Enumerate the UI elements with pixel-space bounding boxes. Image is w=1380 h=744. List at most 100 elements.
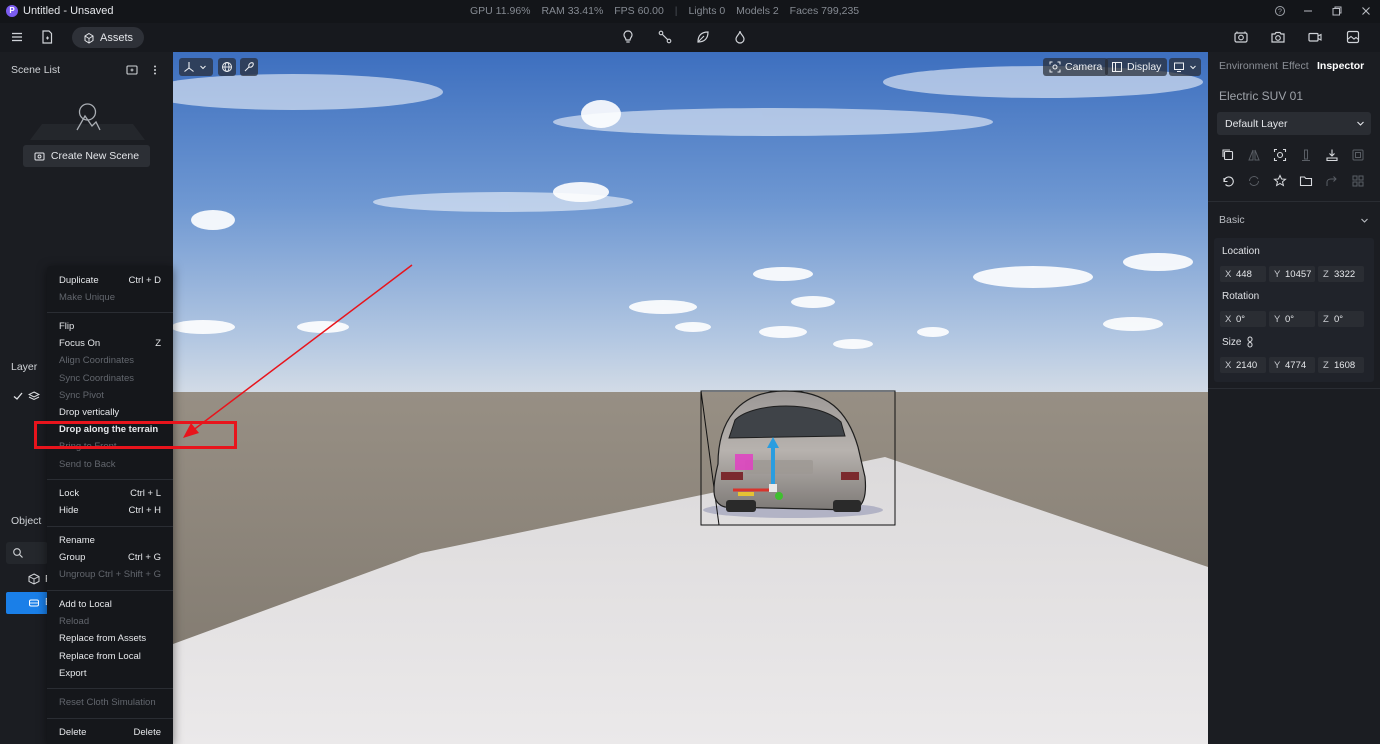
menu-item-delete[interactable]: Delete Delete xyxy=(47,724,173,741)
size-label: Size xyxy=(1222,337,1242,348)
menu-item-rename[interactable]: Rename xyxy=(47,532,173,549)
menu-icon[interactable] xyxy=(6,26,28,48)
menu-item-label: Rename xyxy=(59,535,95,546)
rotation-x-field[interactable]: X 0° xyxy=(1220,311,1266,327)
focus-object-icon[interactable] xyxy=(1271,146,1289,164)
main-toolbar: Assets xyxy=(0,23,1380,52)
group-icon xyxy=(1349,146,1367,164)
undo-icon[interactable] xyxy=(1219,172,1237,190)
size-y-field[interactable]: Y 4774 xyxy=(1269,357,1315,373)
empty-scene-illustration-icon xyxy=(30,100,145,140)
location-y-field[interactable]: Y 10457 xyxy=(1269,266,1315,282)
object-row-plane[interactable]: P xyxy=(6,569,52,590)
rotation-label: Rotation xyxy=(1222,291,1260,302)
axis-label: X xyxy=(1225,269,1232,280)
link-proportions-icon[interactable] xyxy=(1245,336,1255,348)
tab-effect[interactable]: Effect xyxy=(1282,60,1309,72)
tab-environment[interactable]: Environment xyxy=(1219,60,1278,72)
minimize-button[interactable] xyxy=(1299,3,1317,19)
video-camera-icon[interactable] xyxy=(1304,26,1326,48)
snap-button[interactable] xyxy=(240,58,258,76)
rotation-z-field[interactable]: Z 0° xyxy=(1318,311,1364,327)
menu-separator xyxy=(47,479,173,480)
menu-item-replace-from-assets[interactable]: Replace from Assets xyxy=(47,630,173,647)
scene-add-icon[interactable] xyxy=(125,63,139,77)
chevron-down-icon[interactable] xyxy=(1360,216,1369,225)
assets-icon xyxy=(84,32,94,44)
menu-item-shortcut: Ctrl + Shift + G xyxy=(98,569,161,580)
camera-button[interactable]: Camera xyxy=(1043,58,1109,76)
transform-mode-button[interactable] xyxy=(179,58,213,76)
menu-item-lock[interactable]: Lock Ctrl + L xyxy=(47,485,173,502)
layer-row[interactable] xyxy=(12,389,52,403)
menu-item-label: Flip xyxy=(59,321,75,332)
photo-camera-icon[interactable] xyxy=(1267,26,1289,48)
display-icon xyxy=(1112,62,1122,72)
menu-item-label: Reload xyxy=(59,616,90,627)
water-drop-icon[interactable] xyxy=(729,26,751,48)
cube-icon xyxy=(28,573,40,585)
menu-item-label: Sync Coordinates xyxy=(59,373,134,384)
display-button[interactable]: Display xyxy=(1105,58,1168,76)
layer-select[interactable]: Default Layer xyxy=(1217,112,1371,135)
location-z-field[interactable]: Z 3322 xyxy=(1318,266,1364,282)
axis-label: X xyxy=(1225,314,1232,325)
world-space-button[interactable] xyxy=(218,58,236,76)
menu-item-duplicate[interactable]: Duplicate Ctrl + D xyxy=(47,272,173,289)
chevron-down-icon xyxy=(1190,65,1196,70)
close-button[interactable] xyxy=(1357,3,1375,19)
menu-item-add-to-local[interactable]: Add to Local xyxy=(47,596,173,613)
copy-icon[interactable] xyxy=(1219,146,1237,164)
restore-button[interactable] xyxy=(1328,3,1346,19)
menu-item-flip[interactable]: Flip xyxy=(47,318,173,335)
menu-item-label: Lock xyxy=(59,488,80,499)
share-icon xyxy=(1323,172,1341,190)
assets-button[interactable]: Assets xyxy=(72,27,144,48)
menu-item-group[interactable]: Group Ctrl + G xyxy=(47,549,173,566)
3d-viewport[interactable]: Camera Display xyxy=(173,52,1208,744)
chevron-down-icon xyxy=(1357,121,1364,126)
rotation-y-field[interactable]: Y 0° xyxy=(1269,311,1315,327)
size-x-field[interactable]: X 2140 xyxy=(1220,357,1266,373)
menu-item-replace-from-local[interactable]: Replace from Local xyxy=(47,648,173,665)
inspector-panel: Environment Effect Inspector Electric SU… xyxy=(1208,52,1380,744)
render-camera-icon[interactable] xyxy=(1230,26,1252,48)
size-z-field[interactable]: Z 1608 xyxy=(1318,357,1364,373)
favorite-icon[interactable] xyxy=(1271,172,1289,190)
drop-to-ground-icon[interactable] xyxy=(1323,146,1341,164)
menu-item-drop-vertically[interactable]: Drop vertically xyxy=(47,404,173,421)
menu-item-make-unique: Make Unique xyxy=(47,289,173,306)
tab-inspector[interactable]: Inspector xyxy=(1317,60,1364,72)
menu-item-label: Focus On xyxy=(59,338,101,349)
menu-item-ungroup: Ungroup Ctrl + Shift + G xyxy=(47,566,173,583)
new-file-icon[interactable] xyxy=(36,26,58,48)
camera-label: Camera xyxy=(1065,61,1103,73)
window-title: Untitled - Unsaved xyxy=(23,5,114,17)
title-bar: P Untitled - Unsaved GPU 11.96% RAM 33.4… xyxy=(0,0,1380,23)
menu-item-export[interactable]: Export xyxy=(47,665,173,682)
light-bulb-icon[interactable] xyxy=(617,26,639,48)
menu-item-label: Drop vertically xyxy=(59,407,120,418)
view-layout-button[interactable] xyxy=(1169,58,1201,76)
scene-more-icon[interactable] xyxy=(148,63,162,77)
basic-section-title[interactable]: Basic xyxy=(1219,214,1245,226)
object-search-input[interactable] xyxy=(6,542,48,564)
location-x-field[interactable]: X 448 xyxy=(1220,266,1266,282)
menu-item-sync-pivot: Sync Pivot xyxy=(47,387,173,404)
menu-item-focus-on[interactable]: Focus On Z xyxy=(47,335,173,352)
car-icon xyxy=(29,599,39,607)
globe-icon xyxy=(222,62,232,72)
gallery-icon[interactable] xyxy=(1342,26,1364,48)
layers-icon xyxy=(28,391,40,401)
menu-item-hide[interactable]: Hide Ctrl + H xyxy=(47,502,173,519)
path-icon[interactable] xyxy=(654,26,676,48)
divider xyxy=(1208,388,1380,389)
menu-item-reload: Reload xyxy=(47,613,173,630)
folder-icon[interactable] xyxy=(1297,172,1315,190)
transform-icon xyxy=(184,62,194,72)
chevron-down-icon xyxy=(200,65,206,70)
leaf-icon[interactable] xyxy=(692,26,714,48)
help-icon[interactable]: ? xyxy=(1271,3,1289,19)
object-row-suv[interactable]: E xyxy=(6,592,52,614)
create-new-scene-button[interactable]: Create New Scene xyxy=(23,145,150,167)
